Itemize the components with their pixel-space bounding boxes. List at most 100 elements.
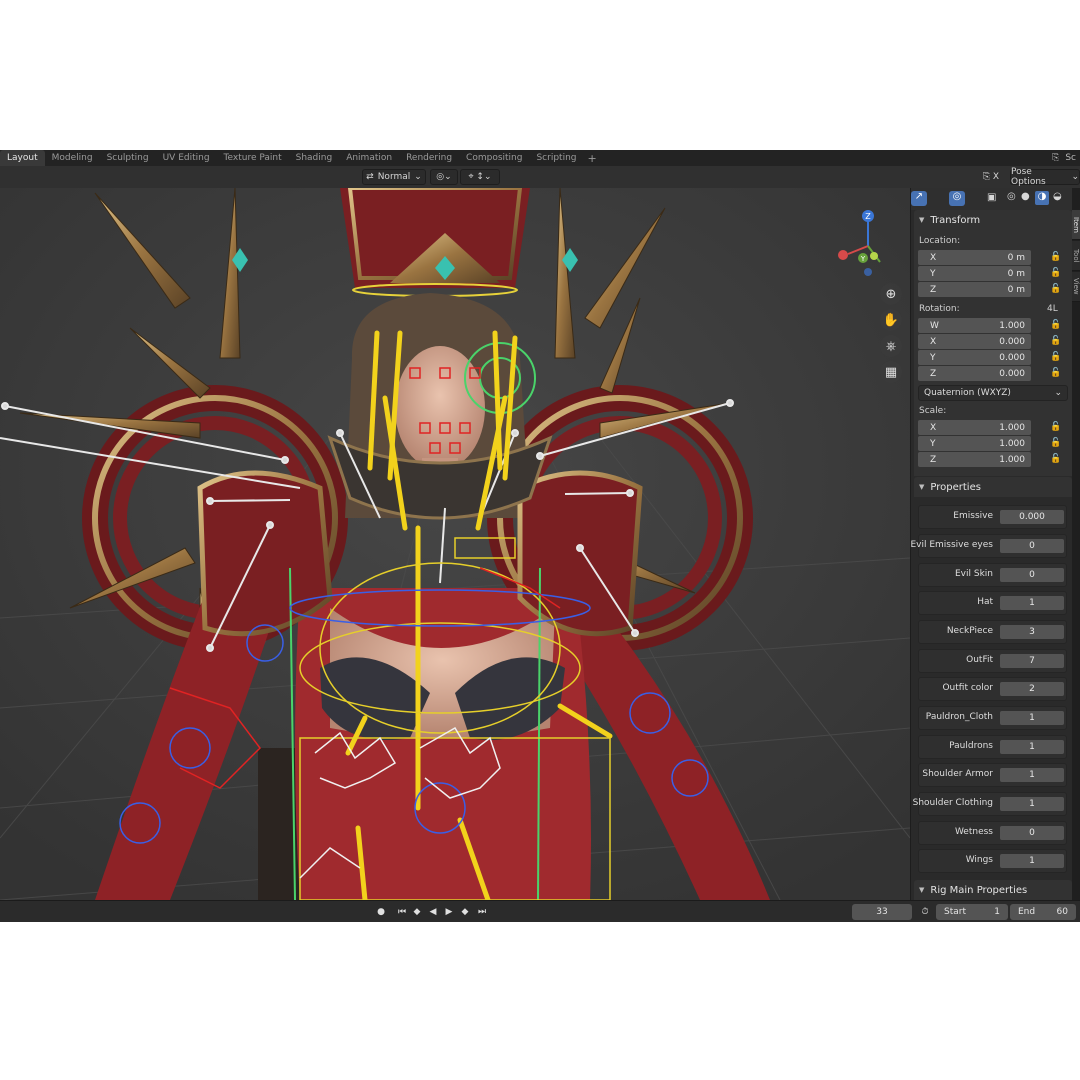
axis-label: X [930,252,937,263]
tab-animation[interactable]: Animation [339,150,399,166]
hand-icon[interactable]: ✋ [880,309,902,331]
prop-wetness: Wetness 0 [918,821,1067,845]
gizmo-z-label: Z [865,212,871,221]
scale-y-field[interactable]: Y 1.000 [918,436,1031,451]
prop-value[interactable]: 1 [1000,797,1064,811]
scale-x-field[interactable]: X 1.000 [918,420,1031,435]
end-frame-field[interactable]: End 60 [1010,904,1076,920]
add-workspace-button[interactable]: + [584,152,601,165]
jump-start-icon[interactable]: ⏮ [395,905,409,919]
wireframe-shading-icon[interactable]: ◎ [1007,191,1016,202]
prop-label: Emissive [953,511,993,521]
transform-orientation-dropdown[interactable]: ⇄ Normal ⌄ [362,169,426,185]
lock-icon[interactable]: 🔓 [1050,284,1062,296]
prop-value[interactable]: 2 [1000,682,1064,696]
prop-label: Pauldron_Cloth [925,712,993,722]
rotation-y-field[interactable]: Y 0.000 [918,350,1031,365]
sidebar-tab-item[interactable]: Item [1072,210,1080,240]
prop-value[interactable]: 3 [1000,625,1064,639]
overlay-toggle-icon[interactable]: ◎ [949,191,965,206]
collapse-triangle-icon: ▼ [919,886,925,894]
field-value: 1.000 [999,454,1025,465]
scene-icon[interactable]: ⎘ [1052,153,1059,163]
prop-shoulder-armor: Shoulder Armor 1 [918,763,1067,787]
field-value: 1.000 [999,438,1025,449]
lock-icon[interactable]: 🔓 [1050,252,1062,264]
tab-shading[interactable]: Shading [289,150,340,166]
prop-value[interactable]: 1 [1000,596,1064,610]
navigation-gizmo[interactable]: Z Y [830,206,902,278]
lock-icon[interactable]: 🔓 [1050,352,1062,364]
jump-end-icon[interactable]: ⏭ [475,905,489,919]
lock-icon[interactable]: 🔓 [1050,438,1062,450]
solid-shading-icon[interactable]: ● [1021,191,1030,202]
rig-main-panel-header[interactable]: ▼ Rig Main Properties [914,880,1072,900]
camera-icon[interactable]: ⎈ [880,335,902,357]
pivot-point-dropdown[interactable]: ◎⌄ [430,169,458,185]
rotation-z-field[interactable]: Z 0.000 [918,366,1031,381]
zoom-icon[interactable]: ⊕ [880,283,902,305]
material-shading-icon[interactable]: ◑ [1035,191,1049,205]
tab-texture-paint[interactable]: Texture Paint [217,150,289,166]
gizmo-toggle-icon[interactable]: ↗ [911,191,927,206]
lock-icon[interactable]: 🔓 [1050,268,1062,280]
3d-viewport[interactable]: Z Y ⊕ ✋ ⎈ ▦ [0,188,910,900]
transform-panel-header[interactable]: ▼ Transform [914,210,1072,230]
prop-value[interactable]: 1 [1000,740,1064,754]
rotation-4l-toggle[interactable]: 4L [1047,304,1058,314]
prop-value[interactable]: 1 [1000,854,1064,868]
prop-value[interactable]: 0.000 [1000,510,1064,524]
prop-value[interactable]: 1 [1000,711,1064,725]
grid-icon[interactable]: ▦ [880,361,902,383]
axis-label: Y [930,352,936,363]
next-keyframe-icon[interactable]: ◆ [458,905,472,919]
prop-value[interactable]: 0 [1000,568,1064,582]
xray-icon[interactable]: ▣ [987,192,996,203]
scene-label[interactable]: Sc [1065,153,1076,163]
lock-icon[interactable]: 🔓 [1050,422,1062,434]
current-frame-field[interactable]: 33 [852,904,912,920]
scale-z-field[interactable]: Z 1.000 [918,452,1031,467]
lock-icon[interactable]: 🔓 [1050,336,1062,348]
rendered-shading-icon[interactable]: ◒ [1053,191,1062,202]
tab-layout[interactable]: Layout [0,150,45,166]
prop-value[interactable]: 7 [1000,654,1064,668]
record-icon[interactable]: ● [374,905,388,919]
play-icon[interactable]: ▶ [442,905,456,919]
location-y-field[interactable]: Y 0 m [918,266,1031,281]
rotation-mode-dropdown[interactable]: Quaternion (WXYZ) ⌄ [918,385,1068,401]
sidebar-tab-tool[interactable]: Tool [1072,241,1080,271]
lock-icon[interactable]: 🔓 [1050,320,1062,332]
scene-render [0,188,910,900]
lock-icon[interactable]: 🔓 [1050,368,1062,380]
lock-icon[interactable]: 🔓 [1050,454,1062,466]
prop-label: NeckPiece [946,626,993,636]
properties-panel-header[interactable]: ▼ Properties [914,477,1072,497]
snap-dropdown[interactable]: ⌖ ↕⌄ [460,169,500,185]
pose-options-dropdown[interactable]: Pose Options ⌄ [1010,167,1080,187]
tab-modeling[interactable]: Modeling [45,150,100,166]
tab-scripting[interactable]: Scripting [529,150,583,166]
snap-icon: ⌖ ↕⌄ [468,172,492,182]
crown [340,188,530,297]
tab-compositing[interactable]: Compositing [459,150,529,166]
tab-uv-editing[interactable]: UV Editing [156,150,217,166]
start-frame-field[interactable]: Start 1 [936,904,1008,920]
rotation-w-field[interactable]: W 1.000 [918,318,1031,333]
play-reverse-icon[interactable]: ◀ [426,905,440,919]
stopwatch-icon[interactable]: ⏱ [918,905,932,919]
pose-toggle[interactable]: ⎘ X [976,169,1006,185]
sidebar-tab-view[interactable]: View [1072,272,1080,302]
rotation-x-field[interactable]: X 0.000 [918,334,1031,349]
prop-label: OutFit [966,655,993,665]
tab-rendering[interactable]: Rendering [399,150,459,166]
location-z-field[interactable]: Z 0 m [918,282,1031,297]
tab-sculpting[interactable]: Sculpting [100,150,156,166]
prop-value[interactable]: 0 [1000,826,1064,840]
prop-value[interactable]: 1 [1000,768,1064,782]
collapse-triangle-icon: ▼ [919,216,925,224]
location-x-field[interactable]: X 0 m [918,250,1031,265]
prev-keyframe-icon[interactable]: ◆ [410,905,424,919]
sidebar-tabs: Item Tool View [1072,188,1080,900]
prop-value[interactable]: 0 [1000,539,1064,553]
